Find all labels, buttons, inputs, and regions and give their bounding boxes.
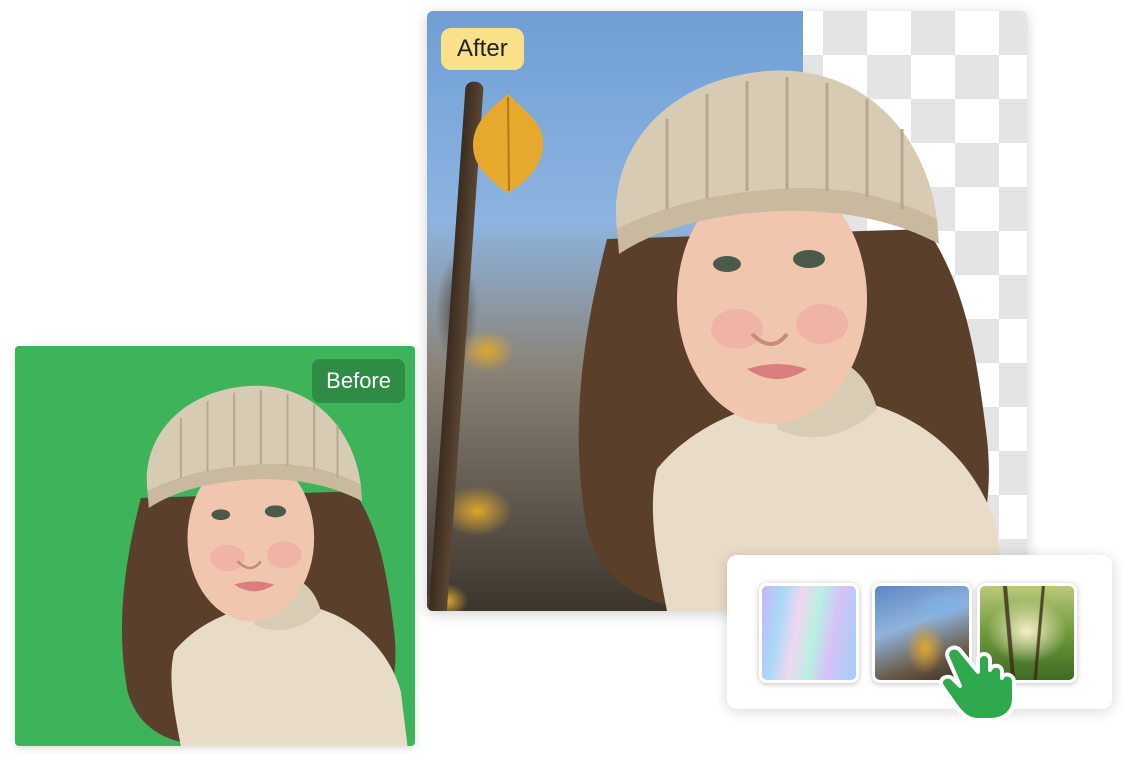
yellow-leaf-icon bbox=[473, 94, 544, 193]
hand-pointer-icon bbox=[939, 645, 1016, 722]
after-label: After bbox=[441, 28, 524, 70]
woman-portrait-green-screen bbox=[121, 385, 408, 746]
background-picker-panel bbox=[727, 555, 1112, 709]
rainbow-gradient-background-option[interactable] bbox=[759, 583, 859, 683]
before-label: Before bbox=[312, 359, 405, 403]
woman-portrait-cutout bbox=[578, 70, 1007, 611]
after-image-card: After bbox=[427, 11, 1027, 611]
before-image-card: Before bbox=[15, 346, 415, 746]
